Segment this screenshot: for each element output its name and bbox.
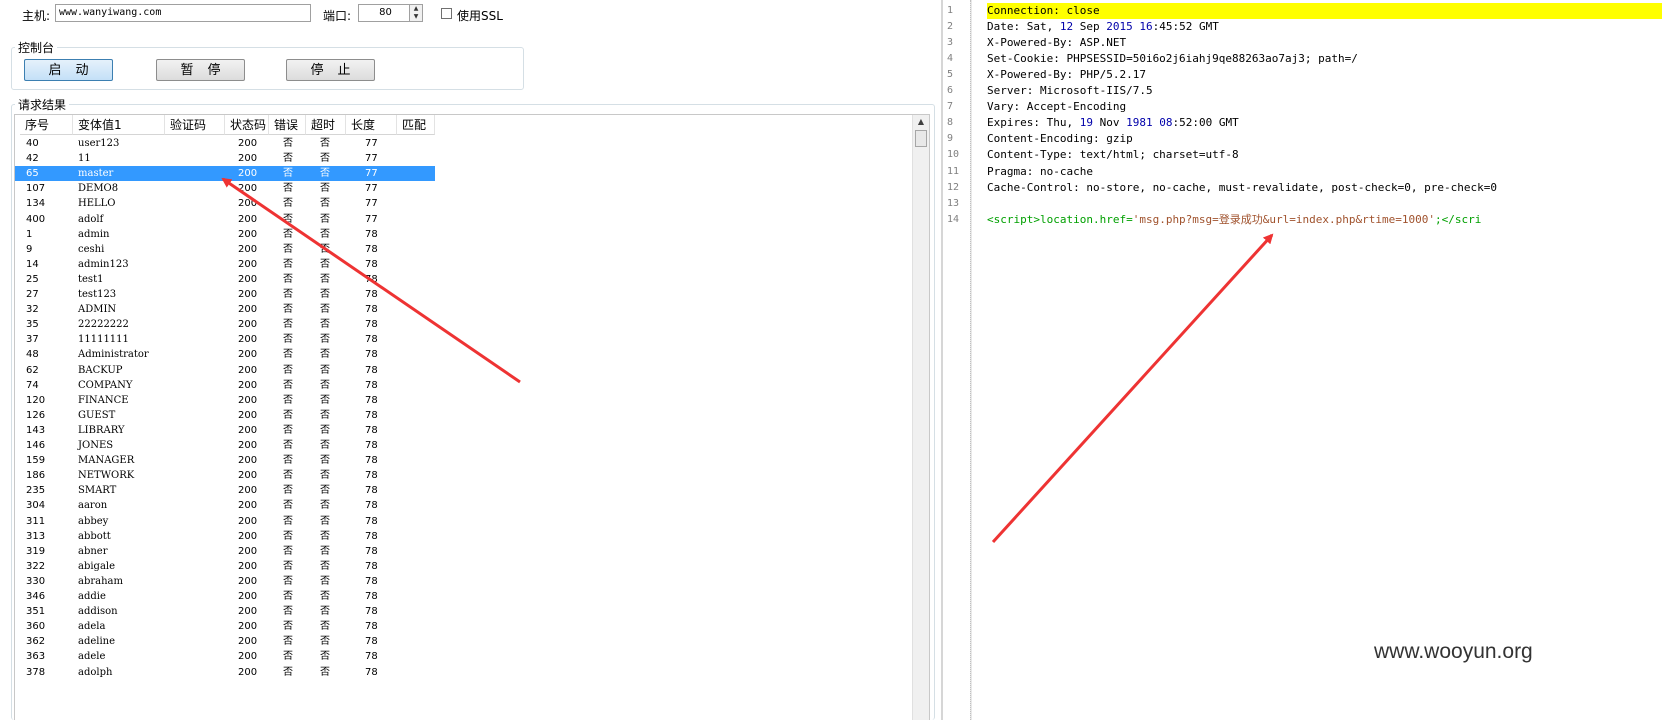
annotation-arrows: [221, 177, 1274, 544]
arrow-to-login-success: [991, 233, 1274, 544]
arrow-to-master-row: [221, 177, 521, 384]
watermark: www.wooyun.org: [1374, 640, 1533, 663]
